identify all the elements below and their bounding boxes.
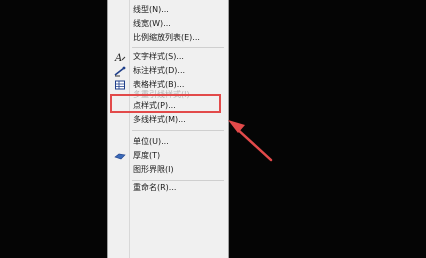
annotation-arrow — [228, 120, 273, 162]
